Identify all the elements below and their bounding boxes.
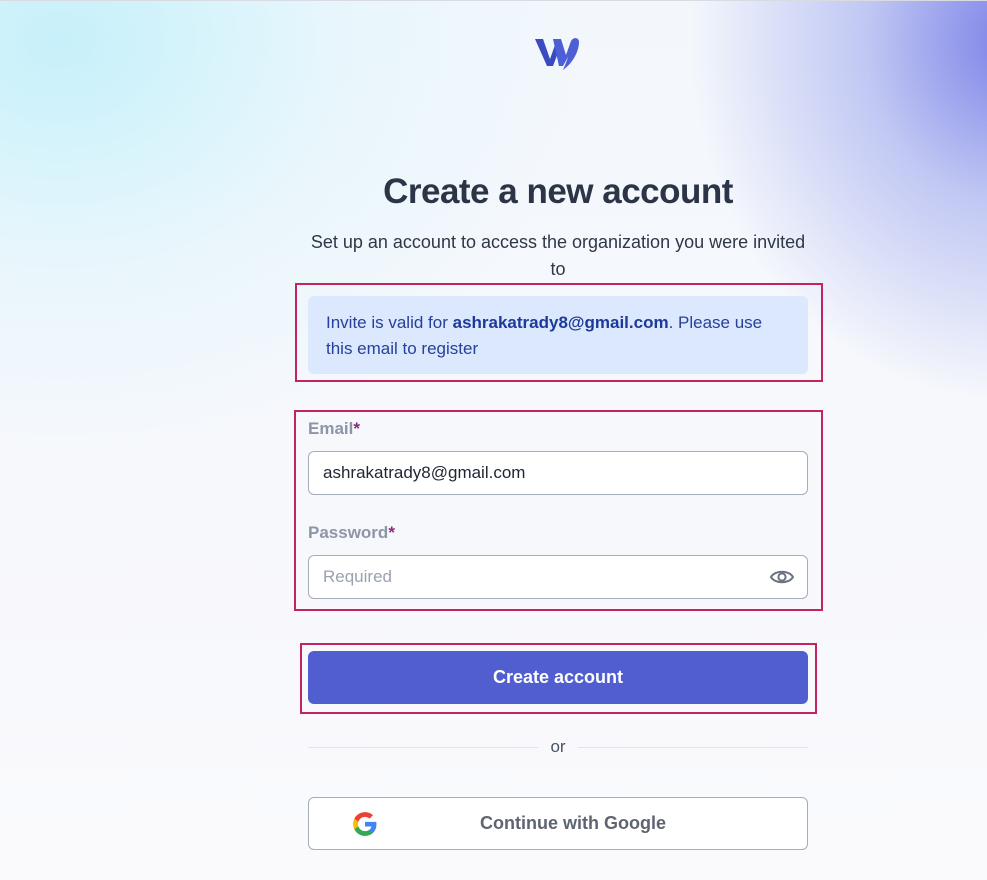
password-label-text: Password <box>308 523 389 542</box>
email-label-text: Email <box>308 419 354 438</box>
eye-icon[interactable] <box>769 566 795 588</box>
top-border <box>0 0 987 1</box>
page-subtitle: Set up an account to access the organiza… <box>310 232 806 279</box>
invite-notice: Invite is valid for ashrakatrady8@gmail.… <box>308 296 808 374</box>
required-mark: * <box>388 523 395 542</box>
email-label: Email* <box>308 419 360 439</box>
brand-w-logo-icon <box>535 38 579 70</box>
password-field[interactable] <box>308 555 808 599</box>
divider-right <box>578 747 808 748</box>
page-title: Create a new account <box>383 172 733 211</box>
password-label: Password* <box>308 523 395 543</box>
invite-email: ashrakatrady8@gmail.com <box>452 313 669 332</box>
invite-prefix: Invite is valid for <box>326 313 453 332</box>
divider-text: or <box>550 737 566 756</box>
create-account-button[interactable]: Create account <box>308 651 808 704</box>
google-button-label: Continue with Google <box>480 813 666 833</box>
continue-with-google-button[interactable]: Continue with Google <box>308 797 808 850</box>
email-field[interactable] <box>308 451 808 495</box>
required-mark: * <box>353 419 360 438</box>
divider-left <box>308 747 538 748</box>
